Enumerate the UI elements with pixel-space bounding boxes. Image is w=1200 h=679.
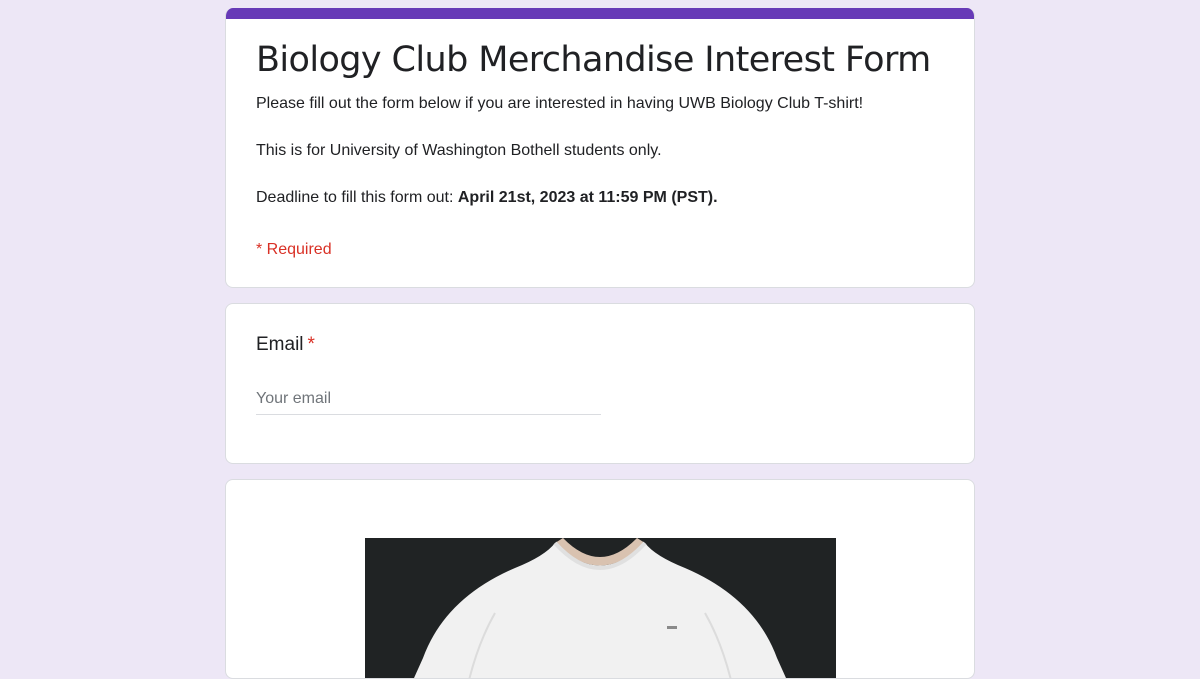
accent-bar: [226, 8, 974, 19]
form-deadline-line: Deadline to fill this form out: April 21…: [256, 187, 944, 209]
form-description-line: This is for University of Washington Bot…: [256, 142, 662, 159]
required-asterisk: *: [307, 334, 315, 355]
image-card: [225, 479, 975, 679]
email-label: Email: [256, 334, 304, 355]
form-header-card: Biology Club Merchandise Interest Form P…: [225, 8, 975, 288]
form-title: Biology Club Merchandise Interest Form: [256, 40, 931, 80]
deadline-prefix: Deadline to fill this form out:: [256, 189, 458, 206]
form-header-content: Biology Club Merchandise Interest Form P…: [226, 8, 974, 261]
tshirt-photo: [365, 538, 836, 678]
tshirt-icon: [414, 538, 786, 678]
email-input[interactable]: [256, 383, 601, 415]
email-question-card: Email *: [225, 303, 975, 464]
email-question-title: Email *: [256, 332, 944, 358]
form-description-line: Please fill out the form below if you ar…: [256, 95, 864, 112]
required-note: * Required: [256, 241, 332, 258]
deadline-date: April 21st, 2023 at 11:59 PM (PST).: [457, 189, 718, 206]
form-container: Biology Club Merchandise Interest Form P…: [225, 8, 975, 679]
